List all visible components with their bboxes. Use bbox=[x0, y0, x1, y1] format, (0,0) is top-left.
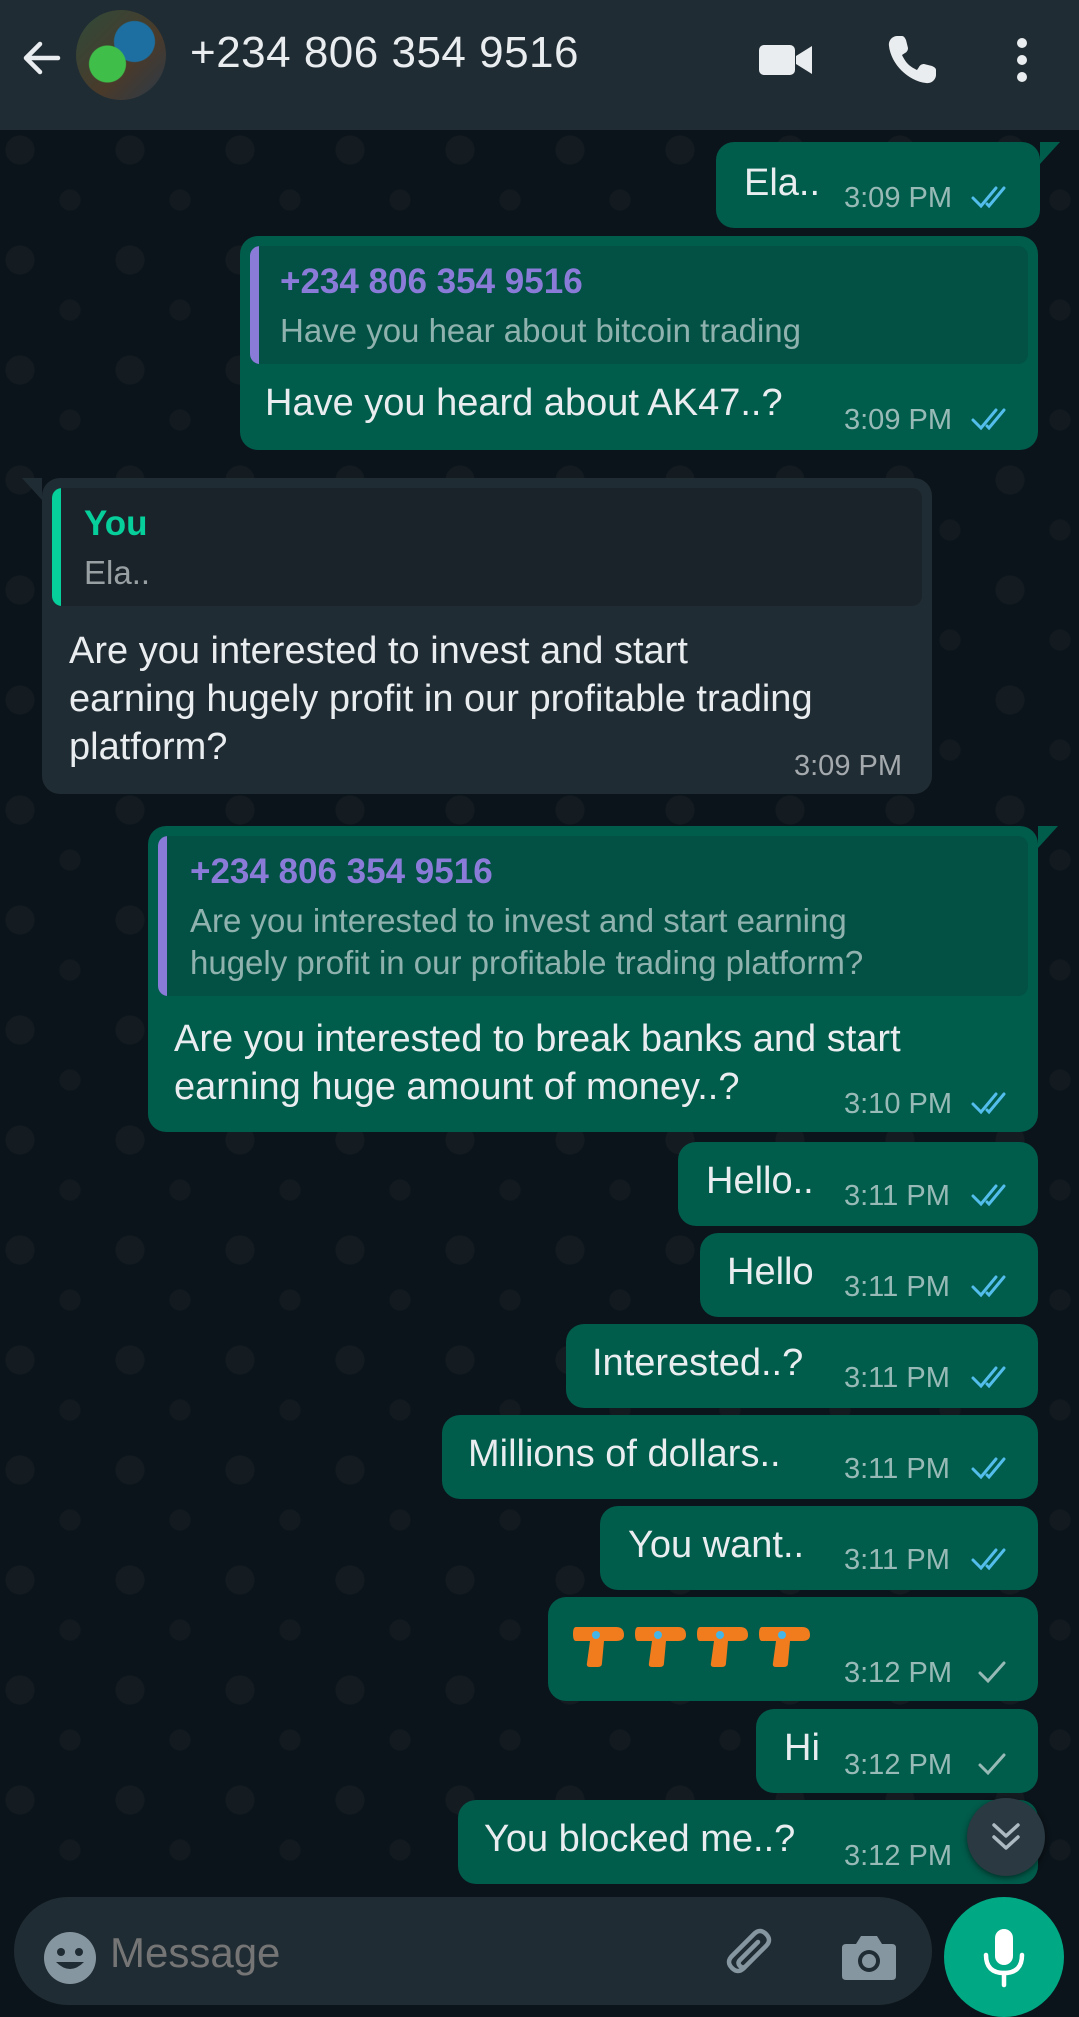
read-ticks-icon bbox=[971, 408, 1006, 431]
read-ticks-icon bbox=[971, 1092, 1006, 1115]
sent-tick-icon bbox=[978, 1753, 1006, 1776]
message-time: 3:11 PM bbox=[844, 1453, 950, 1485]
water-pistol-emoji-icon bbox=[635, 1627, 686, 1667]
message-text: Interested..? bbox=[592, 1342, 804, 1384]
scroll-to-bottom-button[interactable] bbox=[967, 1798, 1045, 1876]
chat-header: +234 806 354 9516 bbox=[0, 0, 1079, 130]
contact-title[interactable]: +234 806 354 9516 bbox=[190, 28, 579, 78]
message-time: 3:11 PM bbox=[844, 1544, 950, 1576]
message-bubble-outgoing[interactable]: +234 806 354 9516 Have you hear about bi… bbox=[240, 236, 1038, 450]
quoted-message[interactable]: +234 806 354 9516 Have you hear about bi… bbox=[250, 246, 1028, 364]
message-time: 3:11 PM bbox=[844, 1271, 950, 1303]
message-text: You blocked me..? bbox=[484, 1818, 796, 1860]
message-text-line: platform? bbox=[69, 726, 228, 768]
video-call-icon[interactable] bbox=[756, 30, 816, 90]
message-text-line: earning huge amount of money..? bbox=[174, 1066, 740, 1108]
message-time: 3:09 PM bbox=[844, 404, 952, 436]
message-text: Ela.. bbox=[744, 162, 821, 204]
message-time: 3:12 PM bbox=[844, 1749, 952, 1781]
quoted-message[interactable]: +234 806 354 9516 Are you interested to … bbox=[158, 836, 1028, 996]
voice-message-button[interactable] bbox=[944, 1897, 1064, 2017]
quote-text: Ela.. bbox=[84, 554, 151, 591]
message-time: 3:12 PM bbox=[844, 1840, 952, 1872]
message-bubble-outgoing[interactable]: Interested..? 3:11 PM bbox=[566, 1324, 1038, 1408]
message-text: Hi bbox=[784, 1727, 820, 1769]
water-pistol-emoji-icon bbox=[697, 1627, 748, 1667]
message-time: 3:09 PM bbox=[794, 750, 902, 782]
emoji-icon[interactable] bbox=[42, 1930, 98, 1986]
read-ticks-icon bbox=[971, 186, 1006, 209]
read-ticks-icon bbox=[971, 1366, 1006, 1389]
back-arrow-icon[interactable] bbox=[18, 34, 66, 82]
bubble-tail bbox=[22, 478, 42, 500]
attach-icon[interactable] bbox=[720, 1926, 782, 1988]
mic-icon bbox=[983, 1929, 1025, 1988]
message-bubble-outgoing[interactable]: Hi 3:12 PM bbox=[756, 1709, 1038, 1793]
quote-bar bbox=[52, 488, 61, 606]
message-text: Hello bbox=[727, 1251, 814, 1293]
quote-text-line: Are you interested to invest and start e… bbox=[190, 902, 847, 939]
message-bubble-outgoing[interactable]: +234 806 354 9516 Are you interested to … bbox=[148, 826, 1038, 1132]
quote-text: Have you hear about bitcoin trading bbox=[280, 312, 802, 349]
quote-bar bbox=[158, 836, 167, 996]
voice-call-icon[interactable] bbox=[882, 30, 942, 90]
message-time: 3:12 PM bbox=[844, 1657, 952, 1689]
message-text-line: earning hugely profit in our profitable … bbox=[69, 678, 813, 720]
message-bubble-outgoing[interactable]: You blocked me..? 3:12 PM bbox=[458, 1800, 1038, 1884]
message-input[interactable] bbox=[108, 1922, 672, 1984]
read-ticks-icon bbox=[971, 1548, 1006, 1571]
message-text bbox=[572, 1617, 820, 1669]
message-time: 3:11 PM bbox=[844, 1362, 950, 1394]
quote-sender: +234 806 354 9516 bbox=[190, 852, 493, 891]
read-ticks-icon bbox=[971, 1275, 1006, 1298]
quote-sender: +234 806 354 9516 bbox=[280, 262, 583, 301]
quote-sender: You bbox=[84, 504, 148, 543]
sent-tick-icon bbox=[978, 1661, 1006, 1684]
message-text: Millions of dollars.. bbox=[468, 1433, 781, 1475]
water-pistol-emoji-icon bbox=[759, 1627, 810, 1667]
message-bubble-outgoing[interactable]: You want.. 3:11 PM bbox=[600, 1506, 1038, 1590]
water-pistol-emoji-icon bbox=[573, 1627, 624, 1667]
message-bubble-outgoing[interactable]: Ela.. 3:09 PM bbox=[716, 142, 1040, 228]
quote-bar bbox=[250, 246, 259, 364]
message-bubble-incoming[interactable]: You Ela.. Are you interested to invest a… bbox=[42, 478, 932, 794]
message-text: Hello.. bbox=[706, 1160, 814, 1202]
double-chevron-down-icon bbox=[992, 1823, 1020, 1850]
message-text: You want.. bbox=[628, 1524, 805, 1566]
message-text: Have you heard about AK47..? bbox=[265, 382, 783, 424]
message-bubble-outgoing[interactable]: Hello 3:11 PM bbox=[700, 1233, 1038, 1317]
message-text-line: Are you interested to break banks and st… bbox=[174, 1018, 901, 1060]
quote-text-line: hugely profit in our profitable trading … bbox=[190, 944, 864, 981]
contact-avatar[interactable] bbox=[76, 10, 166, 100]
bubble-tail bbox=[1038, 826, 1058, 848]
more-options-icon[interactable] bbox=[992, 30, 1052, 90]
message-text-line: Are you interested to invest and start bbox=[69, 630, 688, 672]
read-ticks-icon bbox=[971, 1184, 1006, 1207]
message-bubble-outgoing[interactable]: Hello.. 3:11 PM bbox=[678, 1142, 1038, 1226]
message-bubble-outgoing[interactable]: 3:12 PM bbox=[548, 1597, 1038, 1701]
camera-icon[interactable] bbox=[838, 1926, 900, 1988]
message-time: 3:11 PM bbox=[844, 1180, 950, 1212]
quoted-message[interactable]: You Ela.. bbox=[52, 488, 922, 606]
read-ticks-icon bbox=[971, 1457, 1006, 1480]
message-time: 3:09 PM bbox=[844, 182, 952, 214]
bubble-tail bbox=[1040, 142, 1060, 164]
message-time: 3:10 PM bbox=[844, 1088, 952, 1120]
message-bubble-outgoing[interactable]: Millions of dollars.. 3:11 PM bbox=[442, 1415, 1038, 1499]
